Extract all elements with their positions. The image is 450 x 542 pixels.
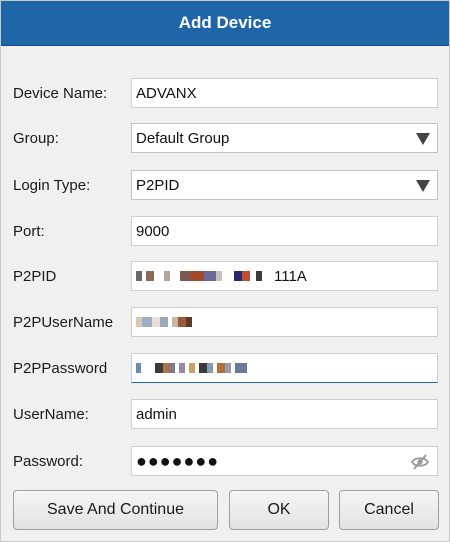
password-label: Password: (13, 452, 84, 470)
dialog-titlebar: Add Device (1, 1, 449, 46)
device-name-row: Device Name: ADVANX (1, 78, 450, 108)
save-and-continue-label: Save And Continue (47, 501, 184, 518)
login-type-row: Login Type: P2PID (1, 170, 450, 200)
chevron-down-icon[interactable] (416, 180, 430, 192)
port-label: Port: (13, 222, 45, 240)
device-name-input[interactable]: ADVANX (131, 78, 438, 108)
p2p-password-row: P2PPassword (1, 353, 450, 383)
redacted-text (136, 317, 192, 327)
username-value: admin (136, 405, 177, 423)
p2pid-value-suffix: 111A (274, 267, 307, 285)
username-input[interactable]: admin (131, 399, 438, 429)
username-row: UserName: admin (1, 399, 450, 429)
ok-label: OK (267, 501, 291, 518)
dialog-title: Add Device (178, 13, 272, 32)
port-input[interactable]: 9000 (131, 216, 438, 246)
cancel-button[interactable]: Cancel (339, 490, 439, 530)
group-value: Default Group (136, 129, 230, 147)
p2p-username-label: P2PUserName (13, 313, 114, 331)
p2p-password-label: P2PPassword (13, 359, 108, 377)
add-device-dialog: Add Device Device Name: ADVANX Group: De… (0, 0, 450, 542)
device-name-label: Device Name: (13, 84, 108, 102)
chevron-down-icon[interactable] (416, 133, 430, 145)
login-type-label: Login Type: (13, 176, 91, 194)
username-label: UserName: (13, 405, 89, 423)
password-input[interactable]: ●●●●●●● (131, 446, 438, 476)
redacted-text (136, 363, 247, 373)
password-row: Password: ●●●●●●● (1, 446, 450, 476)
device-name-value: ADVANX (136, 84, 197, 102)
group-row: Group: Default Group (1, 123, 450, 153)
eye-slash-icon[interactable] (410, 452, 430, 472)
group-label: Group: (13, 129, 59, 147)
save-and-continue-button[interactable]: Save And Continue (13, 490, 218, 530)
port-value: 9000 (136, 222, 170, 240)
p2pid-row: P2PID 111A (1, 261, 450, 291)
redacted-text (136, 271, 274, 281)
port-row: Port: 9000 (1, 216, 450, 246)
p2pid-input[interactable]: 111A (131, 261, 438, 291)
password-value: ●●●●●●● (136, 451, 220, 471)
p2p-password-input[interactable] (131, 353, 438, 383)
cancel-label: Cancel (364, 501, 414, 518)
login-type-select[interactable]: P2PID (131, 170, 438, 200)
login-type-value: P2PID (136, 176, 180, 194)
ok-button[interactable]: OK (229, 490, 329, 530)
p2pid-label: P2PID (13, 267, 57, 285)
group-select[interactable]: Default Group (131, 123, 438, 153)
p2p-username-input[interactable] (131, 307, 438, 337)
p2p-username-row: P2PUserName (1, 307, 450, 337)
